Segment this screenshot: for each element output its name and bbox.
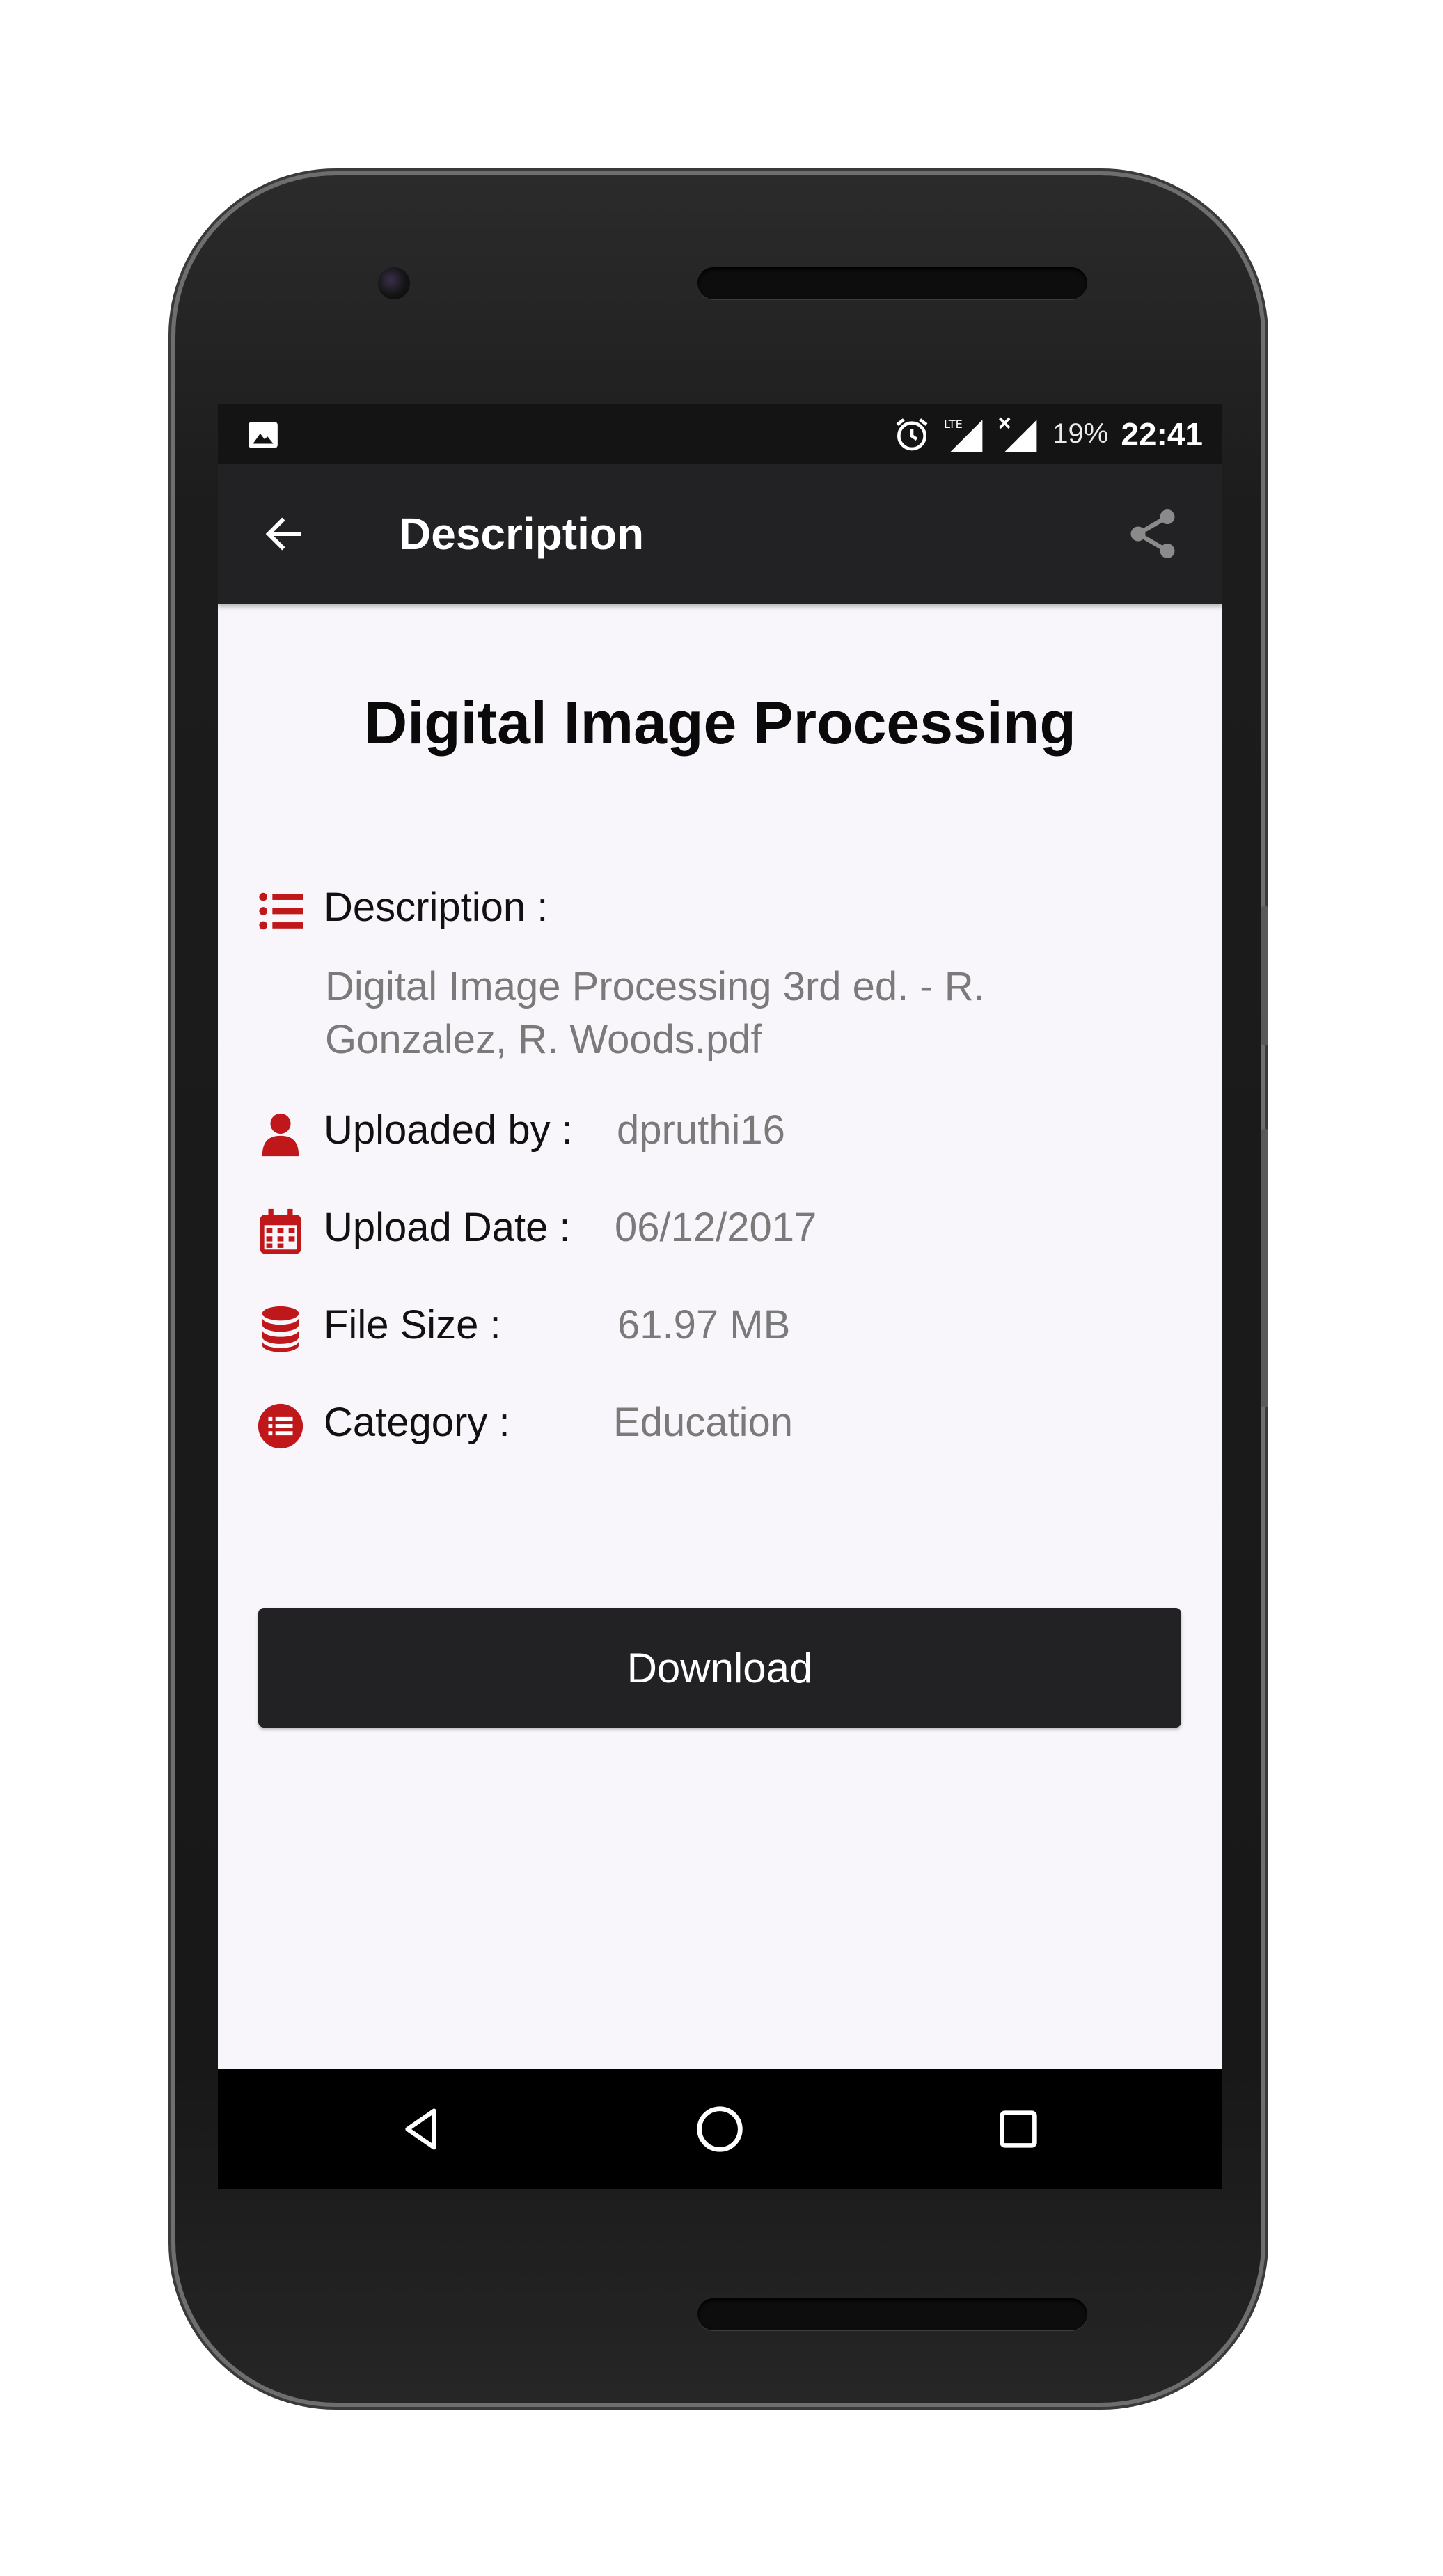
- description-line-2: Gonzalez, R. Woods.pdf: [325, 1017, 762, 1062]
- front-camera: [378, 267, 410, 299]
- arrow-back-icon: [265, 517, 302, 551]
- nav-recents-button[interactable]: [984, 2094, 1053, 2164]
- navigation-bar: [218, 2069, 1222, 2189]
- uploaded-by-value: dpruthi16: [617, 1107, 785, 1153]
- file-size-value: 61.97 MB: [617, 1302, 791, 1348]
- database-icon: [262, 1306, 299, 1352]
- top-speaker: [697, 267, 1087, 299]
- category-label: Category :: [324, 1400, 510, 1445]
- download-button[interactable]: Download: [258, 1608, 1181, 1728]
- nav-home-button[interactable]: [685, 2094, 755, 2164]
- page-title: Description: [399, 509, 645, 559]
- clock-time: 22:41: [1121, 416, 1203, 452]
- category-list-icon: [258, 1403, 303, 1449]
- no-sim-signal-icon: [999, 417, 1037, 452]
- battery-percentage: 19%: [1052, 418, 1109, 449]
- home-circle-icon: [697, 2106, 743, 2152]
- uploaded-by-label: Uploaded by :: [324, 1107, 573, 1153]
- file-size-label: File Size :: [324, 1302, 501, 1348]
- phone-side-button-bottom: [1261, 1129, 1268, 1407]
- description-line-1: Digital Image Processing 3rd ed. - R.: [325, 964, 985, 1009]
- upload-date-label: Upload Date :: [324, 1205, 571, 1250]
- description-value: Digital Image Processing 3rd ed. - R. Go…: [325, 961, 1126, 1066]
- share-button[interactable]: [1121, 503, 1184, 565]
- user-icon: [262, 1113, 299, 1157]
- back-button[interactable]: [256, 506, 312, 562]
- lte-signal-icon: LTE: [944, 417, 983, 452]
- status-bar: LTE 19% 22:41: [218, 404, 1222, 464]
- bottom-speaker: [697, 2298, 1087, 2330]
- back-triangle-icon: [405, 2108, 436, 2150]
- book-title: Digital Image Processing: [364, 690, 1076, 757]
- app-bar: Description: [218, 464, 1222, 604]
- alarm-icon: [896, 418, 928, 450]
- list-icon: [259, 892, 303, 930]
- phone-screen: LTE 19% 22:41 Description Digital Image …: [218, 404, 1222, 2189]
- phone-side-button-top: [1261, 906, 1268, 1045]
- calendar-icon: [260, 1208, 301, 1254]
- svg-text:LTE: LTE: [944, 417, 963, 430]
- recents-square-icon: [1000, 2110, 1037, 2148]
- category-value: Education: [613, 1400, 793, 1445]
- image-notification-icon: [249, 422, 278, 448]
- nav-back-button[interactable]: [387, 2094, 457, 2164]
- upload-date-value: 06/12/2017: [615, 1205, 817, 1250]
- share-icon: [1130, 509, 1175, 558]
- description-label: Description :: [324, 885, 549, 930]
